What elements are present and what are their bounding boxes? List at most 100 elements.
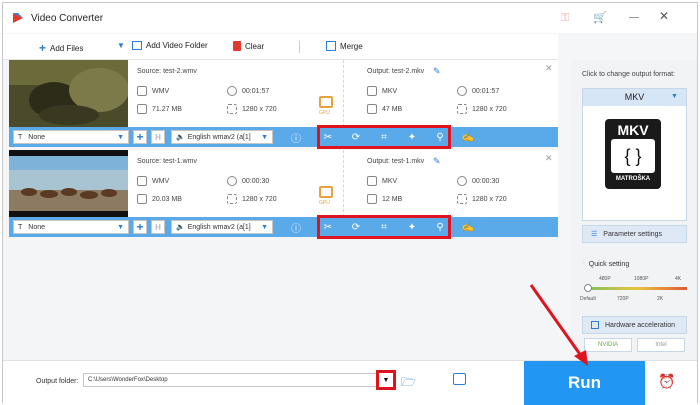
list-item[interactable]: Source: test-1.wmv WMV 00:00:30 20.03 MB… [9, 150, 558, 217]
chevron-down-icon: ▼ [671, 93, 678, 100]
format-icon [367, 176, 377, 186]
bottom-bar: Output folder: C:\Users\WonderFox\Deskto… [3, 360, 697, 405]
highlight-box [317, 125, 451, 149]
alarm-clock-icon[interactable]: ⏰ [658, 373, 675, 390]
file-list: Source: test-2.wmv WMV 00:01:57 71.27 MB… [3, 60, 558, 360]
toolbar: + Add Files ▼ Add Video Folder Clear Mer… [3, 34, 558, 60]
merge-label: Merge [340, 41, 363, 51]
source-resolution: 1280 x 720 [242, 196, 277, 203]
subtitle-edit-icon[interactable]: ✍ [461, 220, 475, 234]
source-size: 71.27 MB [152, 106, 182, 113]
audio-select[interactable]: 🔈 English wmav2 (a[1] ▼ [171, 130, 273, 144]
q-720p: 720P [617, 296, 629, 302]
add-subtitle-button[interactable]: + [133, 130, 147, 144]
remove-item-icon[interactable]: ✕ [545, 63, 553, 74]
minimize-button[interactable] [629, 17, 639, 18]
title-bar: Video Converter ⚿ 🛒 ✕ [3, 3, 697, 33]
q-480p: 480P [599, 276, 611, 282]
gpu-icon [319, 96, 333, 108]
output-format-panel: Click to change output format: MKV ▼ MKV… [571, 60, 697, 360]
info-icon[interactable]: ⓘ [289, 220, 303, 235]
run-button[interactable]: Run [524, 361, 645, 405]
hardware-acceleration-button[interactable]: Hardware acceleration [582, 316, 687, 334]
output-folder-label: Output folder: [36, 378, 79, 385]
divider [314, 150, 344, 217]
list-item[interactable]: Source: test-2.wmv WMV 00:01:57 71.27 MB… [9, 60, 558, 127]
add-folder-button[interactable]: Add Video Folder [132, 41, 208, 50]
cart-icon[interactable]: 🛒 [593, 11, 607, 24]
app-title: Video Converter [31, 13, 104, 24]
clear-button[interactable]: Clear [233, 41, 264, 51]
plus-icon: + [39, 41, 47, 55]
folder-icon [367, 194, 377, 204]
chevron-down-icon: ▼ [117, 133, 124, 141]
format-hint: Click to change output format: [582, 71, 675, 78]
nvidia-badge[interactable]: NVIDIA [584, 338, 632, 352]
output-size: 12 MB [382, 196, 403, 203]
speaker-icon: 🔈 [176, 134, 185, 141]
format-icon [137, 86, 147, 96]
quality-slider-handle[interactable] [584, 284, 592, 292]
text-icon: T [18, 133, 23, 141]
parameter-settings-button[interactable]: ☰ Parameter settings [582, 225, 687, 243]
audio-value: English wmav2 (a[1] [187, 133, 251, 141]
folder-icon [137, 104, 147, 114]
key-icon[interactable]: ⚿ [561, 12, 569, 25]
format-selector[interactable]: MKV ▼ MKV { } MATROŠKA [582, 88, 687, 221]
subtitle-select[interactable]: T None ▼ [13, 220, 129, 234]
param-label: Parameter settings [603, 230, 663, 238]
output-settings-icon[interactable] [453, 373, 466, 385]
clear-label: Clear [245, 41, 265, 51]
quick-setting-label: ⫶ Quick setting [583, 260, 629, 268]
q-2k: 2K [657, 296, 664, 302]
subtitle-select[interactable]: T None ▼ [13, 130, 129, 144]
subtitle-settings-button[interactable]: H [151, 130, 165, 144]
chevron-down-icon: ▼ [261, 223, 268, 231]
output-name: Output: test-1.mkv [367, 158, 425, 165]
divider [314, 60, 344, 127]
source-name: Source: test-2.wmv [137, 68, 197, 75]
hw-label: Hardware acceleration [605, 321, 676, 329]
edit-name-icon[interactable]: ✎ [433, 156, 441, 167]
output-folder-input[interactable]: C:\Users\WonderFox\Desktop [83, 373, 377, 387]
clock-icon [457, 176, 467, 186]
add-files-dropdown[interactable]: ▼ [117, 41, 125, 50]
mkv-logo-icon: MKV { } MATROŠKA [605, 119, 661, 189]
q-1080p: 1080P [634, 276, 649, 282]
merge-button[interactable]: Merge [326, 41, 363, 51]
subtitle-edit-icon[interactable]: ✍ [461, 130, 475, 144]
quality-slider[interactable] [587, 287, 687, 290]
app-window: Video Converter ⚿ 🛒 ✕ + Add Files ▼ Add … [2, 2, 698, 405]
video-thumbnail [9, 150, 128, 217]
video-thumbnail [9, 60, 128, 127]
sliders-icon: ☰ [591, 231, 598, 238]
audio-select[interactable]: 🔈 English wmav2 (a[1] ▼ [171, 220, 273, 234]
remove-item-icon[interactable]: ✕ [545, 153, 553, 164]
speaker-icon: 🔈 [176, 224, 185, 231]
source-duration: 00:00:30 [242, 178, 270, 185]
subtitle-value: None [28, 133, 46, 141]
close-button[interactable]: ✕ [659, 9, 669, 23]
output-folder-dropdown[interactable]: ▼ [376, 370, 396, 390]
output-resolution: 1280 x 720 [472, 106, 507, 113]
info-icon[interactable]: ⓘ [289, 130, 303, 145]
chevron-down-icon: ▼ [261, 133, 268, 141]
item-control-bar: T None ▼ + H 🔈 English wmav2 (a[1] ▼ ⓘ ✂… [9, 125, 558, 149]
clock-icon [457, 86, 467, 96]
q-default: Default [580, 296, 596, 302]
chevron-down-icon: ▼ [117, 223, 124, 231]
q-4k: 4K [675, 276, 682, 282]
edit-name-icon[interactable]: ✎ [433, 66, 441, 77]
resolution-icon [227, 104, 237, 114]
add-files-label: Add Files [50, 43, 84, 53]
open-folder-icon[interactable]: 🗁 [401, 373, 416, 394]
gpu-icon [319, 186, 333, 198]
add-files-button[interactable]: + Add Files [39, 41, 83, 55]
merge-icon [326, 41, 336, 51]
format-icon [137, 176, 147, 186]
resolution-icon [457, 104, 467, 114]
add-subtitle-button[interactable]: + [133, 220, 147, 234]
subtitle-settings-button[interactable]: H [151, 220, 165, 234]
intel-badge[interactable]: Intel [637, 338, 685, 352]
resolution-icon [227, 194, 237, 204]
